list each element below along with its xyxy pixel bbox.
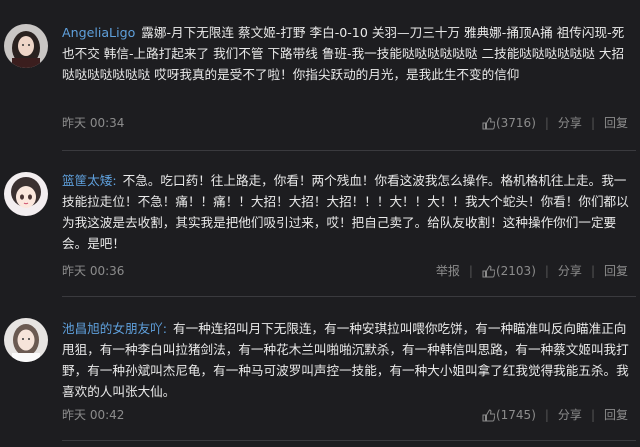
report-button[interactable]: 举报: [436, 262, 460, 279]
like-count: (1745): [495, 407, 536, 422]
like-button[interactable]: (3716): [482, 116, 536, 130]
thumbs-up-icon: [482, 408, 495, 421]
divider: [62, 150, 636, 151]
avatar[interactable]: [4, 318, 48, 362]
separator: |: [590, 407, 595, 422]
share-button[interactable]: 分享: [558, 406, 582, 423]
comment-content: 不急。吃口药！往上路走，你看！两个残血！你看这波我怎么操作。格机格机往上走。我一…: [62, 173, 629, 251]
divider: [62, 440, 636, 441]
comment-actions: 举报 | (2103) | 分享 | 回复: [436, 262, 628, 279]
comment-meta: 昨天 00:36 举报 | (2103) | 分享 | 回复: [62, 262, 628, 279]
avatar[interactable]: [4, 24, 48, 68]
avatar-girl-white-icon: [4, 318, 48, 362]
comment-meta: 昨天 00:34 (3716) | 分享 | 回复: [62, 114, 628, 131]
avatar-girl-dark-hair-icon: [4, 24, 48, 68]
timestamp: 昨天 00:36: [62, 264, 125, 278]
avatar[interactable]: [4, 172, 48, 216]
separator: |: [590, 115, 595, 130]
separator: |: [544, 263, 549, 278]
like-count: (2103): [495, 263, 536, 278]
divider: [62, 296, 636, 297]
separator: |: [544, 115, 549, 130]
separator: |: [590, 263, 595, 278]
reply-button[interactable]: 回复: [604, 406, 628, 423]
reply-button[interactable]: 回复: [604, 262, 628, 279]
thumbs-up-icon: [482, 264, 495, 277]
reply-button[interactable]: 回复: [604, 114, 628, 131]
username[interactable]: 池昌旭的女朋友吖:: [62, 321, 167, 336]
timestamp: 昨天 00:34: [62, 116, 125, 130]
separator: |: [544, 407, 549, 422]
comment-text: 篮筐太矮: 不急。吃口药！往上路走，你看！两个残血！你看这波我怎么操作。格机格机…: [62, 170, 632, 254]
share-button[interactable]: 分享: [558, 114, 582, 131]
username[interactable]: 篮筐太矮:: [62, 173, 117, 188]
avatar-anime-girl-icon: [4, 172, 48, 216]
username[interactable]: AngeliaLigo: [62, 25, 135, 40]
like-button[interactable]: (1745): [482, 408, 536, 422]
like-button[interactable]: (2103): [482, 264, 536, 278]
comment-content: 露娜-月下无限连 蔡文姬-打野 李白-0-10 关羽—刀三十万 雅典娜-捅顶A捅…: [62, 25, 625, 82]
comment-actions: (3716) | 分享 | 回复: [482, 114, 628, 131]
timestamp: 昨天 00:42: [62, 408, 125, 422]
share-button[interactable]: 分享: [558, 262, 582, 279]
separator: |: [468, 263, 473, 278]
comment-actions: (1745) | 分享 | 回复: [482, 406, 628, 423]
thumbs-up-icon: [482, 116, 495, 129]
comment-text: AngeliaLigo 露娜-月下无限连 蔡文姬-打野 李白-0-10 关羽—刀…: [62, 22, 632, 85]
like-count: (3716): [495, 115, 536, 130]
comment-meta: 昨天 00:42 (1745) | 分享 | 回复: [62, 406, 628, 423]
comment-text: 池昌旭的女朋友吖: 有一种连招叫月下无限连，有一种安琪拉叫喂你吃饼，有一种瞄准叫…: [62, 318, 632, 402]
